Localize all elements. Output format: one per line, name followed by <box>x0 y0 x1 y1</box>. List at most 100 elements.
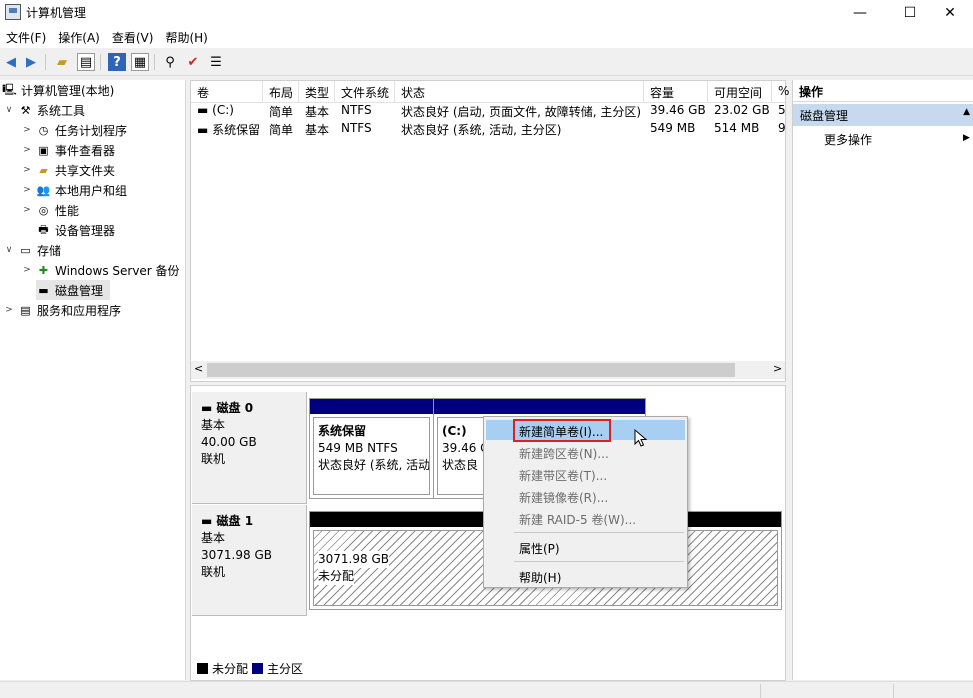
menu-action[interactable]: 操作(A) <box>52 29 106 46</box>
help-icon[interactable]: ? <box>108 53 126 71</box>
performance-icon: ◎ <box>38 203 49 217</box>
menu-item-new-spanned-volume[interactable]: 新建跨区卷(N)... <box>486 442 685 462</box>
users-icon: 👥 <box>36 183 51 197</box>
column-header-type[interactable]: 类型 <box>299 81 335 103</box>
submenu-arrow-icon: ▶ <box>963 133 970 143</box>
cell-type: 基本 <box>305 105 330 119</box>
chevron-right-icon[interactable]: > <box>22 265 32 275</box>
device-manager-icon: 🖶 <box>38 222 49 236</box>
menu-help[interactable]: 帮助(H) <box>159 29 213 46</box>
scroll-left-icon[interactable]: < <box>194 362 203 375</box>
menu-separator <box>514 532 684 533</box>
volume-status: 未分配 <box>318 568 355 585</box>
actions-section-disk-management[interactable]: 磁盘管理 ▲ <box>793 104 973 126</box>
title-bar: 计算机管理 — ☐ ✕ <box>0 0 973 26</box>
navigation-tree: 🖳 计算机管理(本地) ∨ ⚒ 系统工具 > ◷ 任务计划程序 > ▣ 事件查看器 > ▰ 共享文… <box>0 80 186 680</box>
tree-item-root[interactable]: 🖳 计算机管理(本地) <box>2 80 114 100</box>
actions-header: 操作 <box>793 80 973 102</box>
column-header-filesystem[interactable]: 文件系统 <box>335 81 395 103</box>
chevron-right-icon[interactable]: > <box>22 205 32 215</box>
chevron-right-icon[interactable]: > <box>22 125 32 135</box>
tree-item-windows-backup[interactable]: > ✚ Windows Server 备份 <box>22 260 180 280</box>
volume-list: 卷 布局 类型 文件系统 状态 容量 可用空间 % ▬ (C:) 简单 基本 N… <box>190 80 789 382</box>
menu-item-help[interactable]: 帮助(H) <box>486 566 685 586</box>
column-header-layout[interactable]: 布局 <box>263 81 299 103</box>
chevron-right-icon[interactable]: > <box>22 165 32 175</box>
services-icon: ▤ <box>20 303 31 317</box>
cell-percent: 9 <box>778 121 785 135</box>
volume-detail: 549 MB NTFS <box>318 441 398 455</box>
tools-icon: ⚒ <box>20 103 31 117</box>
volume-system-reserved[interactable]: 系统保留 549 MB NTFS 状态良好 (系统, 活动 <box>309 398 434 499</box>
chevron-right-icon[interactable]: > <box>22 185 32 195</box>
tree-label: Windows Server 备份 <box>55 263 180 278</box>
disk-0-info[interactable]: ▬ 磁盘 0 基本 40.00 GB 联机 <box>192 392 307 504</box>
tree-item-event-viewer[interactable]: > ▣ 事件查看器 <box>22 140 115 160</box>
menu-view[interactable]: 查看(V) <box>106 29 160 46</box>
menu-file[interactable]: 文件(F) <box>0 29 52 46</box>
disk-name: 磁盘 0 <box>216 401 254 415</box>
tree-item-performance[interactable]: > ◎ 性能 <box>22 200 79 220</box>
tree-item-disk-management[interactable]: ▬ 磁盘管理 <box>36 280 110 300</box>
tree-item-device-manager[interactable]: 🖶 设备管理器 <box>36 220 115 240</box>
scrollbar-thumb[interactable] <box>207 363 735 377</box>
check-icon[interactable]: ✔ <box>184 53 202 71</box>
chevron-down-icon[interactable]: ∨ <box>4 105 14 115</box>
tree-label: 计算机管理(本地) <box>21 83 115 98</box>
chevron-right-icon[interactable]: > <box>4 305 14 315</box>
list-icon[interactable]: ☰ <box>207 53 225 71</box>
column-header-free-space[interactable]: 可用空间 <box>708 81 772 103</box>
cell-filesystem: NTFS <box>341 103 372 117</box>
column-header-percent[interactable]: % <box>772 81 789 103</box>
more-actions-link[interactable]: 更多操作 <box>824 131 872 148</box>
actions-pane: 操作 磁盘管理 ▲ 更多操作 ▶ <box>792 80 973 680</box>
menu-item-new-mirrored-volume[interactable]: 新建镜像卷(R)... <box>486 486 685 506</box>
collapse-icon[interactable]: ▲ <box>963 107 970 117</box>
close-button[interactable]: ✕ <box>927 0 973 26</box>
disk-1-info[interactable]: ▬ 磁盘 1 基本 3071.98 GB 联机 <box>192 505 307 616</box>
up-folder-icon[interactable]: ▰ <box>53 53 71 71</box>
clock-icon: ◷ <box>38 123 49 137</box>
menu-item-new-raid5-volume[interactable]: 新建 RAID-5 卷(W)... <box>486 508 685 528</box>
status-bar <box>0 681 973 698</box>
tree-item-system-tools[interactable]: ∨ ⚒ 系统工具 <box>4 100 85 120</box>
horizontal-scrollbar[interactable]: < > <box>191 361 785 379</box>
tree-label: 事件查看器 <box>55 143 116 158</box>
computer-icon: 🖳 <box>2 82 17 96</box>
column-header-volume[interactable]: 卷 <box>191 81 263 103</box>
tree-label: 共享文件夹 <box>55 163 116 178</box>
toolbar: ◀ ▶ ▰ ▤ ? ▦ ⚲ ✔ ☰ <box>0 48 973 76</box>
tree-item-storage[interactable]: ∨ ▭ 存储 <box>4 240 61 260</box>
disk-icon: ▬ <box>201 514 217 528</box>
window-title: 计算机管理 <box>26 6 87 20</box>
cell-filesystem: NTFS <box>341 121 372 135</box>
cell-layout: 简单 <box>269 105 294 119</box>
menu-item-new-striped-volume[interactable]: 新建带区卷(T)... <box>486 464 685 484</box>
show-hide-tree-icon[interactable]: ▤ <box>77 53 95 71</box>
tree-label: 任务计划程序 <box>55 123 128 138</box>
scroll-right-icon[interactable]: > <box>773 362 782 375</box>
menu-item-properties[interactable]: 属性(P) <box>486 537 685 557</box>
back-icon[interactable]: ◀ <box>2 53 20 71</box>
minimize-button[interactable]: — <box>837 0 883 26</box>
tree-label: 磁盘管理 <box>55 283 104 298</box>
tree-item-shared-folders[interactable]: > ▰ 共享文件夹 <box>22 160 115 180</box>
column-header-status[interactable]: 状态 <box>395 81 644 103</box>
tree-item-services-apps[interactable]: > ▤ 服务和应用程序 <box>4 300 121 320</box>
properties-icon[interactable]: ▦ <box>131 53 149 71</box>
chevron-right-icon[interactable]: > <box>22 145 32 155</box>
computer-management-icon <box>5 4 21 20</box>
cell-type: 基本 <box>305 123 330 137</box>
tree-item-local-users[interactable]: > 👥 本地用户和组 <box>22 180 127 200</box>
connect-icon[interactable]: ⚲ <box>161 53 179 71</box>
forward-icon[interactable]: ▶ <box>22 53 40 71</box>
disk-icon: ▬ <box>38 283 49 297</box>
mouse-cursor-icon <box>634 429 648 447</box>
chevron-down-icon[interactable]: ∨ <box>4 245 14 255</box>
disk-size: 40.00 GB <box>201 435 257 449</box>
tree-item-task-scheduler[interactable]: > ◷ 任务计划程序 <box>22 120 127 140</box>
disk-type: 基本 <box>201 418 226 432</box>
column-header-capacity[interactable]: 容量 <box>644 81 708 103</box>
cell-free-space: 23.02 GB <box>714 103 770 117</box>
tree-label: 存储 <box>37 243 62 258</box>
